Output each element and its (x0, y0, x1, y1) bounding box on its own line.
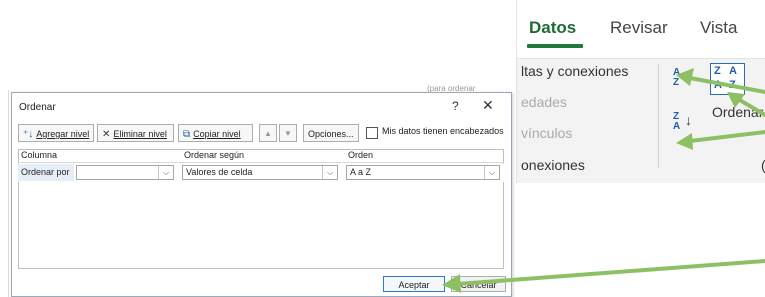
cancel-button[interactable]: Cancelar (451, 276, 506, 292)
column-select[interactable]: ⌵ (76, 165, 174, 180)
delete-icon: ✕ (102, 129, 111, 140)
ribbon-group-label-tail: ( (761, 157, 765, 173)
chevron-down-icon: ⌵ (158, 166, 173, 179)
sort-za-icon: ZA (673, 111, 681, 132)
chevron-down-icon: ⌵ (484, 166, 499, 179)
sort-az-button[interactable]: AZ ↓ (671, 66, 699, 90)
move-up-button[interactable]: ▲ (259, 124, 277, 142)
headers-checkbox[interactable] (366, 127, 378, 139)
add-level-label: Agregar nivel (36, 129, 90, 139)
sort-by-label: Ordenar por (21, 167, 70, 177)
tab-datos[interactable]: Datos (529, 18, 576, 38)
options-label: Opciones... (308, 129, 354, 139)
copy-icon: ⧉ (183, 129, 191, 140)
help-button[interactable]: ? (452, 99, 459, 113)
options-button[interactable]: Opciones... (303, 124, 359, 142)
ribbon-tab-bar: Datos Revisar Vista (517, 0, 765, 59)
order-header: Orden (348, 150, 374, 160)
levels-header: Columna Ordenar según Orden (18, 149, 504, 163)
move-down-button[interactable]: ▼ (279, 124, 297, 142)
move-down-icon: ▼ (284, 129, 292, 138)
move-up-icon: ▲ (264, 129, 272, 138)
headers-checkbox-label: Mis datos tienen encabezados (382, 126, 504, 136)
ribbon-item-queries-connections[interactable]: ltas y conexiones (521, 63, 628, 79)
copy-level-button[interactable]: ⧉ Copiar nivel (178, 124, 253, 142)
down-arrow-icon: ↓ (685, 112, 692, 128)
sort-on-value: Valores de celda (186, 167, 253, 177)
chevron-down-icon: ⌵ (322, 166, 337, 179)
sort-icon: ZA AZ (710, 63, 745, 95)
ribbon-item-edit-links: vínculos (521, 125, 573, 141)
ribbon-separator (658, 64, 659, 168)
add-level-icon: ⁺↓ (23, 129, 34, 140)
delete-level-label: Eliminar nivel (113, 129, 167, 139)
order-select[interactable]: A a Z ⌵ (346, 165, 500, 180)
close-button[interactable]: ✕ (482, 97, 494, 114)
tab-vista[interactable]: Vista (700, 18, 738, 38)
sort-dialog-button[interactable]: ZA AZ Ordenar (707, 60, 763, 128)
ribbon-item-properties: edades (521, 94, 567, 110)
tab-revisar[interactable]: Revisar (610, 18, 668, 38)
ribbon-group-label-connections: onexiones (521, 157, 585, 173)
active-tab-underline (527, 44, 583, 48)
delete-level-button[interactable]: ✕ Eliminar nivel (97, 124, 174, 142)
sort-za-button[interactable]: ZA ↓ (671, 110, 699, 134)
down-arrow-icon: ↓ (685, 68, 692, 84)
sort-az-icon: AZ (673, 67, 681, 88)
copy-level-label: Copiar nivel (193, 129, 241, 139)
sort-level-row[interactable]: Ordenar por ⌵ Valores de celda ⌵ A a Z ⌵ (18, 164, 504, 182)
order-value: A a Z (350, 167, 372, 177)
sort-on-select[interactable]: Valores de celda ⌵ (182, 165, 338, 180)
dialog-title: Ordenar (19, 102, 56, 113)
column-header: Columna (21, 150, 58, 160)
sort-button-label: Ordenar (712, 104, 764, 120)
sheet-gridline (8, 90, 9, 297)
sort-dialog: Ordenar ? ✕ ⁺↓ Agregar nivel ✕ Eliminar ni… (11, 92, 512, 297)
add-level-button[interactable]: ⁺↓ Agregar nivel (18, 124, 94, 142)
sort-on-header: Ordenar según (184, 150, 245, 160)
ok-button[interactable]: Aceptar (383, 276, 445, 292)
ribbon-panel: Datos Revisar Vista ltas y conexiones ed… (516, 0, 765, 183)
